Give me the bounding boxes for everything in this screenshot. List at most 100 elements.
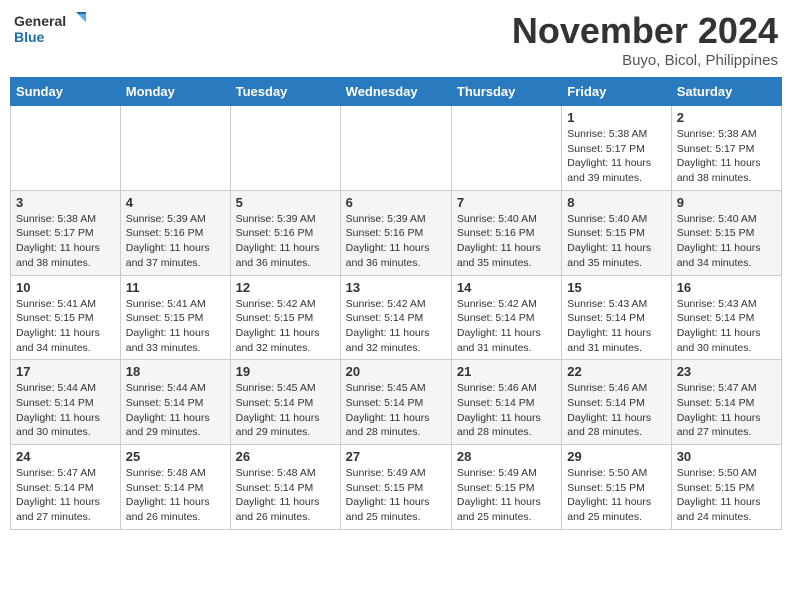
day-number: 27	[346, 449, 446, 464]
day-info: Sunrise: 5:44 AM Sunset: 5:14 PM Dayligh…	[126, 381, 225, 440]
day-number: 26	[236, 449, 335, 464]
day-info: Sunrise: 5:39 AM Sunset: 5:16 PM Dayligh…	[126, 212, 225, 271]
col-header-tuesday: Tuesday	[230, 78, 340, 106]
day-number: 7	[457, 195, 556, 210]
day-cell	[451, 106, 561, 191]
day-info: Sunrise: 5:45 AM Sunset: 5:14 PM Dayligh…	[346, 381, 446, 440]
day-info: Sunrise: 5:38 AM Sunset: 5:17 PM Dayligh…	[567, 127, 665, 186]
day-cell: 18 Sunrise: 5:44 AM Sunset: 5:14 PM Dayli…	[120, 360, 230, 445]
day-number: 16	[677, 280, 776, 295]
col-header-thursday: Thursday	[451, 78, 561, 106]
page-header: General Blue November 2024 Buyo, Bicol, …	[10, 10, 782, 69]
day-info: Sunrise: 5:40 AM Sunset: 5:15 PM Dayligh…	[567, 212, 665, 271]
day-info: Sunrise: 5:42 AM Sunset: 5:14 PM Dayligh…	[457, 297, 556, 356]
day-info: Sunrise: 5:50 AM Sunset: 5:15 PM Dayligh…	[567, 466, 665, 525]
day-cell	[230, 106, 340, 191]
title-block: November 2024 Buyo, Bicol, Philippines	[512, 10, 778, 69]
day-info: Sunrise: 5:40 AM Sunset: 5:16 PM Dayligh…	[457, 212, 556, 271]
day-info: Sunrise: 5:48 AM Sunset: 5:14 PM Dayligh…	[236, 466, 335, 525]
location: Buyo, Bicol, Philippines	[512, 52, 778, 69]
col-header-sunday: Sunday	[11, 78, 121, 106]
day-number: 10	[16, 280, 115, 295]
day-number: 6	[346, 195, 446, 210]
day-number: 18	[126, 364, 225, 379]
day-info: Sunrise: 5:42 AM Sunset: 5:15 PM Dayligh…	[236, 297, 335, 356]
day-cell: 30Sunrise: 5:50 AM Sunset: 5:15 PM Dayli…	[671, 445, 781, 530]
day-number: 30	[677, 449, 776, 464]
day-number: 22	[567, 364, 665, 379]
day-info: Sunrise: 5:44 AM Sunset: 5:14 PM Dayligh…	[16, 381, 115, 440]
week-row-5: 24 Sunrise: 5:47 AM Sunset: 5:14 PM Dayli…	[11, 445, 782, 530]
logo: General Blue	[14, 10, 94, 54]
day-cell: 7 Sunrise: 5:40 AM Sunset: 5:16 PM Daylig…	[451, 190, 561, 275]
col-header-monday: Monday	[120, 78, 230, 106]
day-number: 29	[567, 449, 665, 464]
day-info: Sunrise: 5:43 AM Sunset: 5:14 PM Dayligh…	[567, 297, 665, 356]
day-info: Sunrise: 5:41 AM Sunset: 5:15 PM Dayligh…	[16, 297, 115, 356]
day-cell: 17 Sunrise: 5:44 AM Sunset: 5:14 PM Dayli…	[11, 360, 121, 445]
day-info: Sunrise: 5:47 AM Sunset: 5:14 PM Dayligh…	[16, 466, 115, 525]
day-cell: 6 Sunrise: 5:39 AM Sunset: 5:16 PM Daylig…	[340, 190, 451, 275]
day-cell: 25 Sunrise: 5:48 AM Sunset: 5:14 PM Dayli…	[120, 445, 230, 530]
week-row-3: 10 Sunrise: 5:41 AM Sunset: 5:15 PM Dayli…	[11, 275, 782, 360]
day-cell: 16 Sunrise: 5:43 AM Sunset: 5:14 PM Dayli…	[671, 275, 781, 360]
day-number: 17	[16, 364, 115, 379]
day-info: Sunrise: 5:39 AM Sunset: 5:16 PM Dayligh…	[236, 212, 335, 271]
svg-text:General: General	[14, 13, 66, 29]
day-info: Sunrise: 5:46 AM Sunset: 5:14 PM Dayligh…	[457, 381, 556, 440]
day-info: Sunrise: 5:41 AM Sunset: 5:15 PM Dayligh…	[126, 297, 225, 356]
day-cell: 15 Sunrise: 5:43 AM Sunset: 5:14 PM Dayli…	[562, 275, 671, 360]
day-number: 13	[346, 280, 446, 295]
day-number: 24	[16, 449, 115, 464]
day-number: 19	[236, 364, 335, 379]
day-cell: 23 Sunrise: 5:47 AM Sunset: 5:14 PM Dayli…	[671, 360, 781, 445]
day-cell: 1 Sunrise: 5:38 AM Sunset: 5:17 PM Daylig…	[562, 106, 671, 191]
day-cell: 24 Sunrise: 5:47 AM Sunset: 5:14 PM Dayli…	[11, 445, 121, 530]
day-cell: 2Sunrise: 5:38 AM Sunset: 5:17 PM Daylig…	[671, 106, 781, 191]
day-cell: 27Sunrise: 5:49 AM Sunset: 5:15 PM Dayli…	[340, 445, 451, 530]
day-cell	[11, 106, 121, 191]
day-cell: 14 Sunrise: 5:42 AM Sunset: 5:14 PM Dayli…	[451, 275, 561, 360]
day-number: 9	[677, 195, 776, 210]
day-cell: 28 Sunrise: 5:49 AM Sunset: 5:15 PM Dayli…	[451, 445, 561, 530]
day-cell: 26 Sunrise: 5:48 AM Sunset: 5:14 PM Dayli…	[230, 445, 340, 530]
svg-text:Blue: Blue	[14, 29, 45, 45]
day-info: Sunrise: 5:43 AM Sunset: 5:14 PM Dayligh…	[677, 297, 776, 356]
day-number: 28	[457, 449, 556, 464]
col-header-saturday: Saturday	[671, 78, 781, 106]
day-cell: 12Sunrise: 5:42 AM Sunset: 5:15 PM Dayli…	[230, 275, 340, 360]
day-number: 11	[126, 280, 225, 295]
day-number: 15	[567, 280, 665, 295]
day-info: Sunrise: 5:45 AM Sunset: 5:14 PM Dayligh…	[236, 381, 335, 440]
day-cell: 29 Sunrise: 5:50 AM Sunset: 5:15 PM Dayli…	[562, 445, 671, 530]
day-info: Sunrise: 5:39 AM Sunset: 5:16 PM Dayligh…	[346, 212, 446, 271]
day-info: Sunrise: 5:46 AM Sunset: 5:14 PM Dayligh…	[567, 381, 665, 440]
day-info: Sunrise: 5:49 AM Sunset: 5:15 PM Dayligh…	[457, 466, 556, 525]
day-info: Sunrise: 5:47 AM Sunset: 5:14 PM Dayligh…	[677, 381, 776, 440]
day-cell: 20 Sunrise: 5:45 AM Sunset: 5:14 PM Dayli…	[340, 360, 451, 445]
day-number: 5	[236, 195, 335, 210]
day-number: 23	[677, 364, 776, 379]
day-info: Sunrise: 5:42 AM Sunset: 5:14 PM Dayligh…	[346, 297, 446, 356]
day-number: 14	[457, 280, 556, 295]
month-title: November 2024	[512, 10, 778, 52]
day-cell: 22 Sunrise: 5:46 AM Sunset: 5:14 PM Dayli…	[562, 360, 671, 445]
day-number: 1	[567, 110, 665, 125]
day-number: 2	[677, 110, 776, 125]
day-info: Sunrise: 5:40 AM Sunset: 5:15 PM Dayligh…	[677, 212, 776, 271]
day-info: Sunrise: 5:38 AM Sunset: 5:17 PM Dayligh…	[16, 212, 115, 271]
day-cell	[120, 106, 230, 191]
day-cell: 19 Sunrise: 5:45 AM Sunset: 5:14 PM Dayli…	[230, 360, 340, 445]
day-cell: 21Sunrise: 5:46 AM Sunset: 5:14 PM Dayli…	[451, 360, 561, 445]
day-info: Sunrise: 5:48 AM Sunset: 5:14 PM Dayligh…	[126, 466, 225, 525]
day-cell: 4 Sunrise: 5:39 AM Sunset: 5:16 PM Daylig…	[120, 190, 230, 275]
logo-svg: General Blue	[14, 10, 94, 54]
day-cell: 11 Sunrise: 5:41 AM Sunset: 5:15 PM Dayli…	[120, 275, 230, 360]
col-header-wednesday: Wednesday	[340, 78, 451, 106]
day-cell: 5 Sunrise: 5:39 AM Sunset: 5:16 PM Daylig…	[230, 190, 340, 275]
day-number: 20	[346, 364, 446, 379]
day-cell: 9 Sunrise: 5:40 AM Sunset: 5:15 PM Daylig…	[671, 190, 781, 275]
day-number: 25	[126, 449, 225, 464]
col-header-friday: Friday	[562, 78, 671, 106]
day-number: 4	[126, 195, 225, 210]
